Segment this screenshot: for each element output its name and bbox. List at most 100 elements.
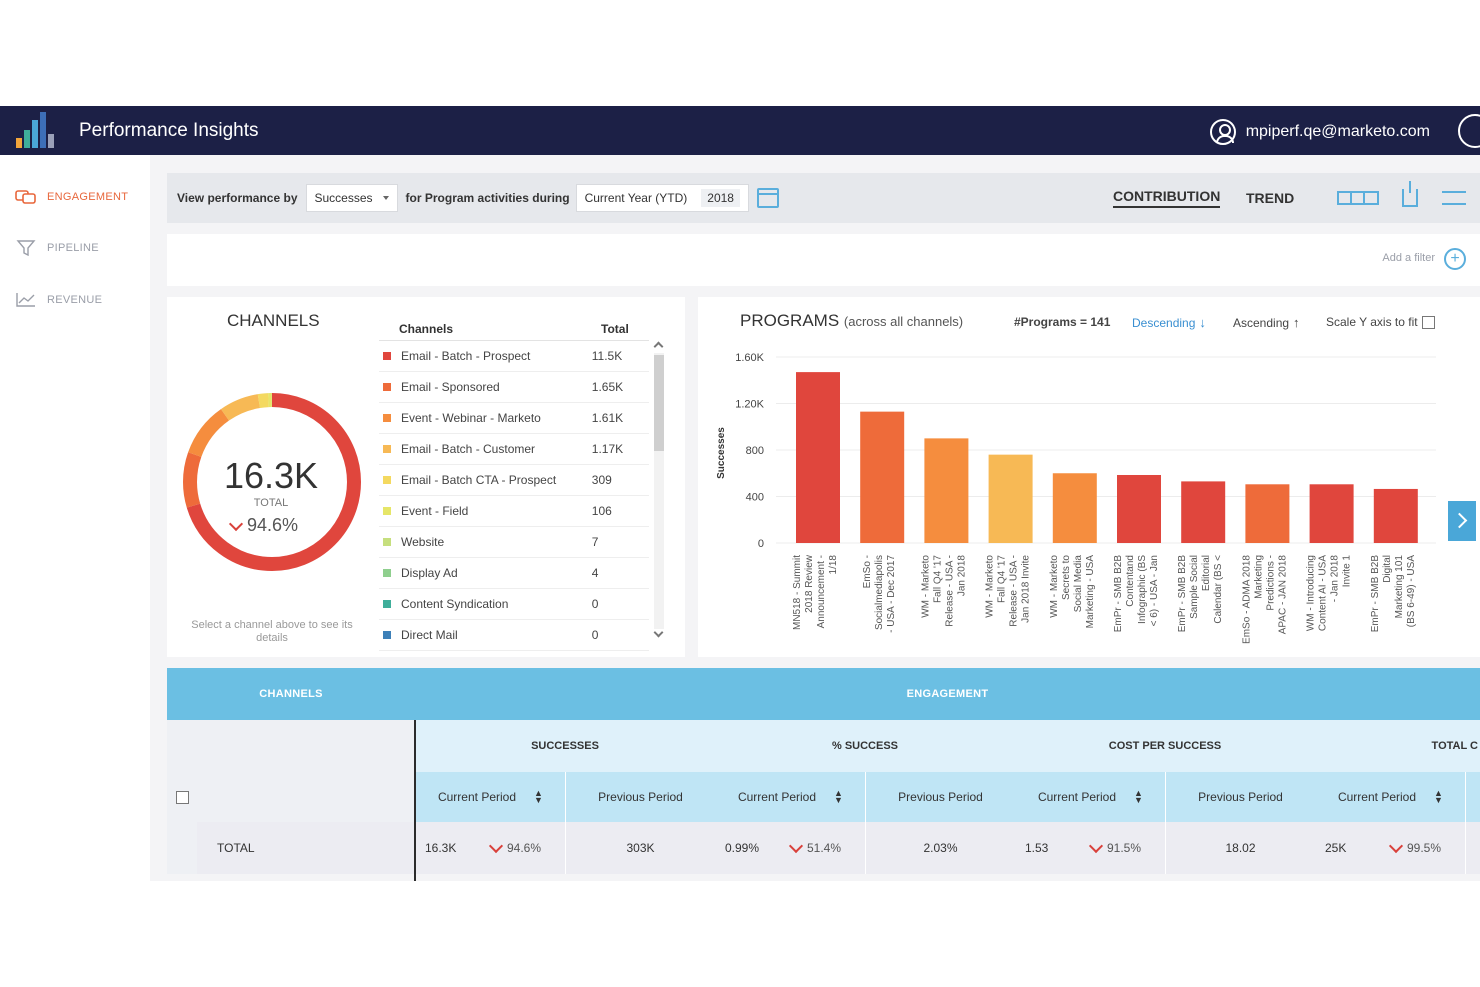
sort-icon[interactable]: ▲ ▼: [1134, 789, 1143, 805]
select-all-checkbox[interactable]: [175, 790, 189, 804]
programs-title: PROGRAMS (across all channels): [740, 311, 963, 331]
channel-row[interactable]: Email - Batch - Customer 1.17K: [379, 434, 649, 465]
program-bar[interactable]: [1117, 474, 1161, 543]
sort-icon[interactable]: ▲ ▼: [1434, 789, 1443, 805]
channel-total: 11.5K: [591, 349, 623, 363]
view-by-label: View performance by: [177, 191, 298, 205]
channel-total: 4: [591, 566, 599, 580]
sort-icon[interactable]: ▲ ▼: [534, 789, 543, 805]
current-period-label: Current Period: [1037, 790, 1117, 804]
channels-column-header[interactable]: Channels: [379, 322, 601, 336]
scroll-thumb[interactable]: [654, 355, 664, 451]
channel-total: 0: [591, 597, 599, 611]
app-switcher-icon[interactable]: [1458, 114, 1480, 148]
sort-ascending-button[interactable]: Ascending ↑: [1233, 315, 1300, 330]
channel-row[interactable]: Event - Field 106: [379, 496, 649, 527]
channel-row[interactable]: Display Ad 4: [379, 558, 649, 589]
channels-total-label: TOTAL: [253, 497, 289, 509]
programs-title-text: PROGRAMS: [740, 311, 840, 330]
sidebar-item-pipeline[interactable]: PIPELINE: [15, 240, 99, 256]
channels-title: CHANNELS: [227, 311, 320, 330]
chevron-up-icon[interactable]: [653, 341, 664, 352]
previous-period-header[interactable]: Previous Period: [865, 772, 1015, 822]
current-period-header[interactable]: Current Period ▲ ▼: [1015, 772, 1165, 822]
total-column-header[interactable]: Total: [601, 322, 629, 336]
chart-next-button[interactable]: [1448, 501, 1476, 541]
sidebar-item-revenue[interactable]: REVENUE: [15, 292, 102, 308]
channel-row[interactable]: Email - Batch - Prospect 11.5K: [379, 341, 649, 372]
channel-row[interactable]: Event - Webinar - Marketo 1.61K: [379, 403, 649, 434]
programs-panel: 0 400 800 1.20K 1.60K Successes MN518 - Summit…: [698, 297, 1480, 657]
settings-sliders-icon[interactable]: [1442, 191, 1466, 205]
total-change-value: 91.5%: [1106, 841, 1141, 855]
table-view-icon[interactable]: [1337, 191, 1379, 205]
program-bar[interactable]: [1245, 484, 1290, 543]
add-filter-label[interactable]: Add a filter: [1382, 252, 1435, 264]
program-bar[interactable]: [860, 411, 905, 543]
channel-row[interactable]: Email - Batch CTA - Prospect 309: [379, 465, 649, 496]
grid-channels-header[interactable]: CHANNELS: [167, 668, 415, 720]
y-tick-label: 400: [746, 492, 764, 504]
previous-period-header[interactable]: [1465, 772, 1480, 822]
channel-name: Email - Batch - Prospect: [401, 349, 531, 363]
programs-bar-chart: 0 400 800 1.20K 1.60K Successes MN518 - Summit…: [716, 352, 1436, 644]
program-bar[interactable]: [924, 438, 969, 543]
channel-total: 309: [591, 473, 612, 487]
metric-select[interactable]: Successes: [305, 184, 398, 212]
channels-total-change: 94.6%: [228, 515, 298, 536]
total-previous-cell: 2.03%: [865, 822, 1015, 874]
program-bar[interactable]: [796, 372, 840, 543]
sidebar-item-engagement[interactable]: ENGAGEMENT: [15, 189, 128, 205]
channels-scrollbar[interactable]: [651, 339, 665, 639]
scale-y-checkbox[interactable]: [1421, 315, 1435, 329]
current-period-header[interactable]: Current Period ▲ ▼: [715, 772, 865, 822]
channel-color-swatch: [383, 600, 391, 608]
current-period-header[interactable]: Current Period ▲ ▼: [1315, 772, 1465, 822]
channel-color-swatch: [383, 476, 391, 484]
y-tick-label: 1.60K: [735, 352, 764, 364]
tab-trend[interactable]: TREND: [1246, 190, 1294, 206]
previous-period-header[interactable]: Previous Period: [565, 772, 715, 822]
total-current-cell: 1.53 91.5%: [1015, 822, 1165, 874]
user-email: mpiperf.qe@marketo.com: [1245, 123, 1430, 140]
program-bar[interactable]: [1373, 488, 1418, 543]
total-previous-cell: [1465, 822, 1480, 874]
total-change: 51.4%: [788, 838, 841, 855]
program-bar[interactable]: [1309, 484, 1354, 543]
scale-y-toggle[interactable]: Scale Y axis to fit: [1326, 315, 1435, 329]
descending-label: Descending: [1132, 315, 1196, 330]
program-bar[interactable]: [1052, 473, 1097, 543]
y-tick-label: 1.20K: [735, 399, 764, 411]
channel-name: Event - Field: [401, 504, 469, 518]
channel-name: Website: [401, 535, 445, 549]
total-current-cell: 16.3K 94.6%: [415, 822, 565, 874]
channel-row[interactable]: Website 7: [379, 527, 649, 558]
sort-descending-button[interactable]: Descending ↓: [1132, 315, 1206, 330]
current-period-header[interactable]: Current Period ▲ ▼: [415, 772, 565, 822]
calendar-icon[interactable]: [756, 188, 779, 208]
total-current-value: 25K: [1325, 841, 1347, 855]
channel-total: 1.17K: [591, 442, 624, 456]
total-previous-cell: 18.02: [1165, 822, 1315, 874]
channel-row[interactable]: Email - Sponsored 1.65K: [379, 372, 649, 403]
program-bar[interactable]: [988, 454, 1033, 543]
sort-icon[interactable]: ▲ ▼: [834, 789, 843, 805]
period-select[interactable]: Current Year (YTD) 2018: [575, 184, 749, 212]
activities-label: for Program activities during: [405, 191, 570, 205]
channel-row[interactable]: Content Syndication 0: [379, 589, 649, 620]
channel-total: 7: [591, 535, 599, 549]
channel-row[interactable]: Direct Mail 0: [379, 620, 649, 651]
previous-period-header[interactable]: Previous Period: [1165, 772, 1315, 822]
tab-contribution[interactable]: CONTRIBUTION: [1113, 188, 1221, 208]
channels-table-header: Channels Total: [379, 317, 649, 341]
user-menu[interactable]: mpiperf.qe@marketo.com: [1209, 119, 1430, 145]
total-current-value: 16.3K: [425, 841, 457, 855]
add-filter-plus-icon[interactable]: +: [1444, 248, 1466, 270]
share-icon[interactable]: [1402, 181, 1418, 207]
arrow-down-icon: ↓: [1199, 315, 1206, 330]
chevron-down-icon[interactable]: [653, 627, 664, 638]
program-bar[interactable]: [1181, 481, 1226, 543]
channel-color-swatch: [383, 538, 391, 546]
channel-name: Display Ad: [401, 566, 458, 580]
x-tick-label: WM - MarketoFall Q4 '17Release - USA -Ja…: [985, 555, 1032, 627]
